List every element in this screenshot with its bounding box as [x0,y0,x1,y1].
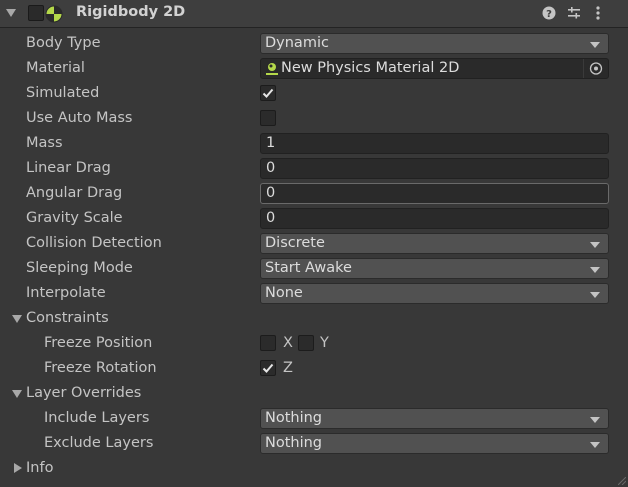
body-type-row: Body Type Dynamic [0,31,628,56]
exclude-layers-label: Exclude Layers [44,435,154,451]
chevron-down-icon [590,417,600,423]
layer-overrides-foldout[interactable]: Layer Overrides [0,381,628,406]
component-header: Rigidbody 2D ? [0,0,628,28]
mass-row: Mass 1 [0,131,628,156]
help-icon[interactable]: ? [541,5,557,21]
gravity-scale-field[interactable]: 0 [260,208,609,229]
resize-grip-icon[interactable] [618,477,626,485]
info-label[interactable]: Info [26,460,53,476]
simulated-checkbox[interactable] [260,85,276,101]
freeze-position-x-label: X [283,335,293,351]
material-label: Material [26,60,85,76]
use-auto-mass-row: Use Auto Mass [0,106,628,131]
foldout-arrow-icon[interactable] [6,9,16,17]
include-layers-row: Include Layers Nothing [0,406,628,431]
checkmark-icon [262,88,274,98]
angular-drag-row: Angular Drag 0 [0,181,628,206]
collision-detection-label: Collision Detection [26,235,162,251]
interpolate-value: None [265,285,303,301]
freeze-position-y-label: Y [320,335,329,351]
component-enabled-checkbox[interactable] [28,5,44,21]
sleeping-mode-row: Sleeping Mode Start Awake [0,256,628,281]
gravity-scale-label[interactable]: Gravity Scale [26,210,123,226]
linear-drag-label[interactable]: Linear Drag [26,160,111,176]
sleeping-mode-value: Start Awake [265,260,352,276]
interpolate-dropdown[interactable]: None [260,283,609,304]
sleeping-mode-label: Sleeping Mode [26,260,133,276]
object-picker-button[interactable] [583,59,608,78]
material-object-field[interactable]: New Physics Material 2D [260,58,609,79]
object-picker-icon [589,62,603,75]
chevron-down-icon [590,442,600,448]
linear-drag-value: 0 [266,160,276,176]
context-menu-icon[interactable] [590,5,606,21]
angular-drag-field[interactable]: 0 [260,183,609,204]
body-type-dropdown[interactable]: Dynamic [260,33,609,54]
include-layers-value: Nothing [265,410,323,426]
use-auto-mass-checkbox[interactable] [260,110,276,126]
linear-drag-row: Linear Drag 0 [0,156,628,181]
body-type-value: Dynamic [265,35,329,51]
chevron-down-icon [590,267,600,273]
linear-drag-field[interactable]: 0 [260,158,609,179]
foldout-open-icon[interactable] [12,315,22,323]
collision-detection-value: Discrete [265,235,325,251]
chevron-down-icon [590,42,600,48]
mass-label[interactable]: Mass [26,135,63,151]
exclude-layers-dropdown[interactable]: Nothing [260,433,609,454]
freeze-position-label: Freeze Position [44,335,153,351]
chevron-down-icon [590,292,600,298]
chevron-down-icon [590,242,600,248]
constraints-label[interactable]: Constraints [26,310,109,326]
gravity-scale-value: 0 [266,210,276,226]
material-row: Material New Physics Material 2D [0,56,628,81]
angular-drag-label[interactable]: Angular Drag [26,185,122,201]
physics-material-icon [266,63,278,75]
freeze-position-y-checkbox[interactable] [298,335,314,351]
use-auto-mass-label: Use Auto Mass [26,110,133,126]
freeze-position-row: Freeze Position X Y [0,331,628,356]
exclude-layers-value: Nothing [265,435,323,451]
interpolate-row: Interpolate None [0,281,628,306]
svg-text:?: ? [546,9,552,20]
body-type-label: Body Type [26,35,101,51]
mass-value: 1 [266,135,276,151]
sleeping-mode-dropdown[interactable]: Start Awake [260,258,609,279]
component-title: Rigidbody 2D [76,4,186,20]
angular-drag-value: 0 [266,185,276,201]
layer-overrides-label[interactable]: Layer Overrides [26,385,141,401]
gravity-scale-row: Gravity Scale 0 [0,206,628,231]
collision-detection-dropdown[interactable]: Discrete [260,233,609,254]
freeze-rotation-z-checkbox[interactable] [260,360,276,376]
include-layers-dropdown[interactable]: Nothing [260,408,609,429]
simulated-label: Simulated [26,85,100,101]
include-layers-label: Include Layers [44,410,150,426]
foldout-closed-icon[interactable] [14,463,22,473]
freeze-position-x-checkbox[interactable] [260,335,276,351]
freeze-rotation-label: Freeze Rotation [44,360,157,376]
info-foldout[interactable]: Info [0,456,628,481]
presets-icon[interactable] [566,5,582,21]
foldout-open-icon[interactable] [12,390,22,398]
exclude-layers-row: Exclude Layers Nothing [0,431,628,456]
checkmark-icon [262,363,274,373]
mass-field[interactable]: 1 [260,133,609,154]
rigidbody2d-icon [45,5,63,23]
material-value: New Physics Material 2D [281,60,460,76]
collision-detection-row: Collision Detection Discrete [0,231,628,256]
interpolate-label: Interpolate [26,285,106,301]
freeze-rotation-z-label: Z [283,360,293,376]
simulated-row: Simulated [0,81,628,106]
freeze-rotation-row: Freeze Rotation Z [0,356,628,381]
constraints-foldout[interactable]: Constraints [0,306,628,331]
